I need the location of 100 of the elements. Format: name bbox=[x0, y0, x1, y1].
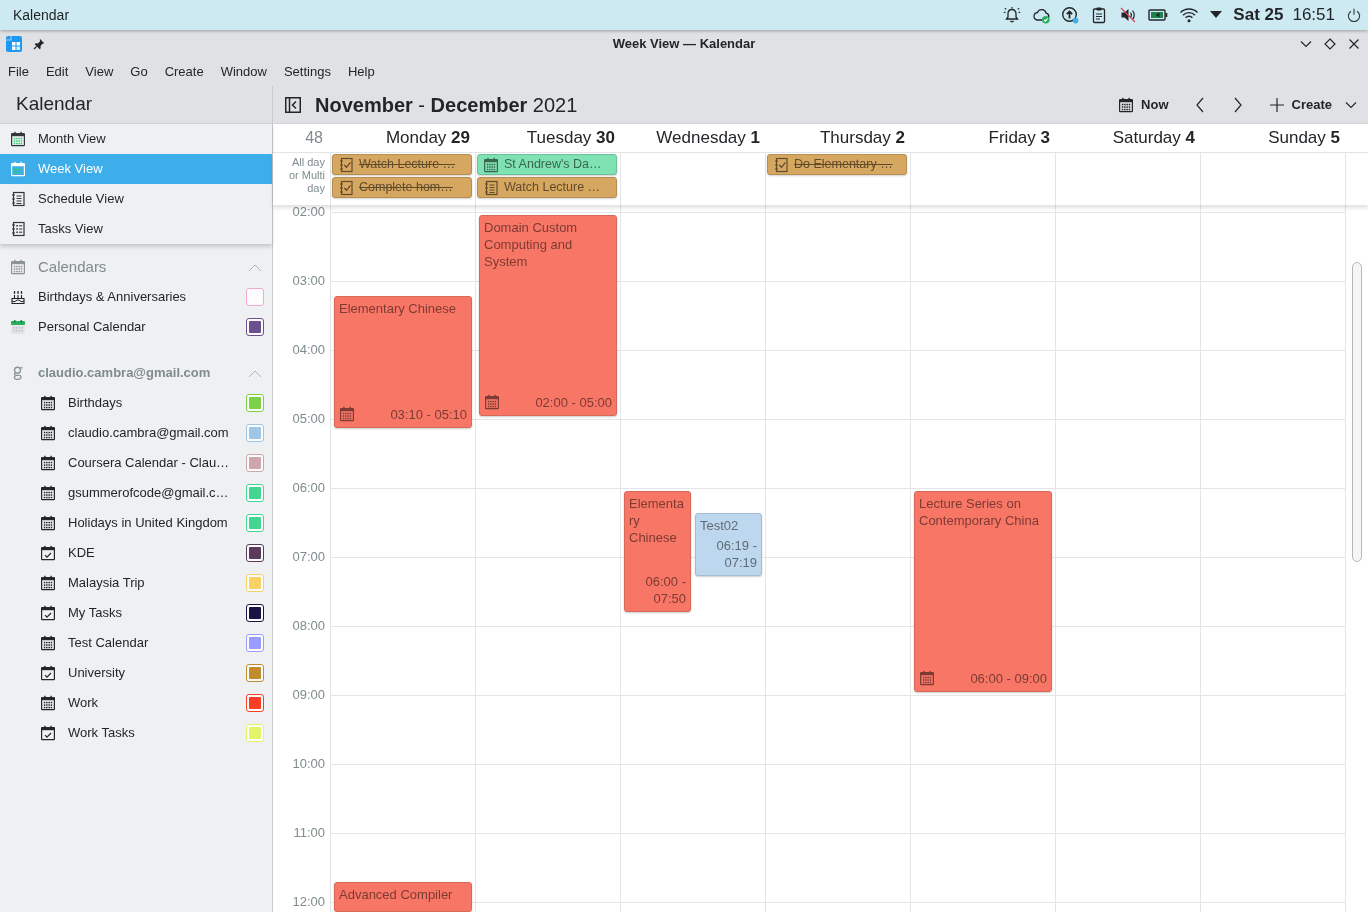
calendar-icon bbox=[40, 395, 56, 411]
upload-icon[interactable] bbox=[1061, 6, 1080, 24]
time-label: 05:00 bbox=[292, 411, 325, 427]
calendar-icon bbox=[339, 405, 355, 422]
color-checkbox[interactable] bbox=[246, 484, 264, 502]
calendar-icon bbox=[40, 695, 56, 711]
color-checkbox[interactable] bbox=[246, 318, 264, 336]
menu-item[interactable]: Go bbox=[123, 60, 155, 84]
color-checkbox[interactable] bbox=[246, 604, 264, 622]
plus-icon bbox=[1268, 96, 1285, 113]
calendar-item[interactable]: gsummerofcode@gmail.c… bbox=[68, 483, 229, 503]
view-item[interactable]: Month View bbox=[0, 124, 272, 154]
now-button[interactable]: Now bbox=[1113, 89, 1174, 120]
close-icon[interactable] bbox=[1348, 38, 1360, 50]
calendar-icon bbox=[40, 425, 56, 441]
sidebar-toggle-icon[interactable] bbox=[285, 96, 301, 113]
all-day-event[interactable]: St Andrew's Da… bbox=[477, 154, 617, 175]
time-label: 03:00 bbox=[292, 273, 325, 289]
task-icon bbox=[338, 179, 354, 196]
calendar-week-icon bbox=[10, 161, 26, 177]
menu-item[interactable]: Settings bbox=[276, 60, 338, 84]
time-label: 02:00 bbox=[292, 205, 325, 220]
time-label: 06:00 bbox=[292, 480, 325, 496]
calendar-icon bbox=[484, 394, 500, 410]
color-checkbox[interactable] bbox=[246, 694, 264, 712]
calendar-check-icon bbox=[40, 605, 56, 621]
calendar-check-icon bbox=[40, 545, 56, 561]
date-range-title: November - December 2021 bbox=[315, 92, 578, 118]
color-checkbox[interactable] bbox=[246, 288, 264, 306]
menu-item[interactable]: Help bbox=[340, 60, 382, 84]
calendar-icon bbox=[1118, 96, 1135, 113]
calendar-item[interactable]: My Tasks bbox=[68, 603, 122, 623]
day-header: Sunday 5 bbox=[1268, 127, 1340, 150]
cloud-check-icon[interactable] bbox=[1032, 6, 1051, 24]
time-label: 10:00 bbox=[292, 756, 325, 772]
menu-item[interactable]: File bbox=[1, 60, 36, 84]
calendar-item[interactable]: Birthdays & Anniversaries bbox=[38, 287, 187, 307]
power-icon[interactable] bbox=[1347, 8, 1361, 22]
event-time: 02:00 - 05:00 bbox=[534, 394, 612, 411]
battery-icon[interactable] bbox=[1148, 6, 1169, 24]
event-title: Advanced Compiler bbox=[339, 886, 454, 903]
time-label: 04:00 bbox=[292, 342, 325, 358]
calendar-item[interactable]: Birthdays bbox=[68, 393, 123, 413]
calendar-icon bbox=[40, 635, 56, 651]
all-day-event[interactable]: Do Elementary … bbox=[767, 154, 907, 175]
calendar-item[interactable]: Coursera Calendar - Clau… bbox=[68, 453, 230, 473]
calendar-item[interactable]: Test Calendar bbox=[68, 633, 149, 653]
clock-date[interactable]: Sat 25 bbox=[1233, 2, 1284, 28]
alarm-bell-icon[interactable] bbox=[1003, 6, 1022, 24]
event-title: Test02 bbox=[700, 516, 740, 534]
color-checkbox[interactable] bbox=[246, 394, 264, 412]
clock-time[interactable]: 16:51 bbox=[1292, 2, 1335, 28]
calendar-item[interactable]: KDE bbox=[68, 543, 95, 563]
calendar-icon bbox=[10, 259, 26, 275]
view-item[interactable]: Schedule View bbox=[0, 184, 272, 214]
pin-icon[interactable] bbox=[33, 38, 45, 50]
time-label: 09:00 bbox=[292, 687, 325, 703]
menu-item[interactable]: View bbox=[78, 60, 121, 84]
minimize-icon[interactable] bbox=[1300, 38, 1312, 50]
scrollbar-thumb[interactable] bbox=[1352, 262, 1362, 562]
all-day-event[interactable]: Watch Lecture … bbox=[477, 177, 617, 198]
wifi-icon[interactable] bbox=[1179, 6, 1200, 24]
muted-speaker-icon[interactable] bbox=[1119, 6, 1138, 24]
color-checkbox[interactable] bbox=[246, 514, 264, 532]
caret-icon bbox=[1345, 100, 1357, 109]
menu-item[interactable]: Edit bbox=[38, 60, 76, 84]
calendar-icon bbox=[40, 575, 56, 591]
day-header: Monday 29 bbox=[385, 127, 470, 150]
calendar-item[interactable]: Personal Calendar bbox=[38, 317, 146, 337]
time-label: 11:00 bbox=[293, 825, 325, 841]
color-checkbox[interactable] bbox=[246, 454, 264, 472]
caret-icon[interactable] bbox=[1210, 11, 1223, 19]
event-time: 06:00 - 07:50 bbox=[644, 572, 686, 607]
event-title: Elementary Chinese bbox=[629, 495, 685, 546]
calendar-item[interactable]: Holidays in United Kingdom bbox=[68, 513, 228, 533]
all-day-event[interactable]: Watch Lecture … bbox=[332, 154, 472, 175]
calendar-item[interactable]: Malaysia Trip bbox=[68, 573, 145, 593]
chevron-left-icon bbox=[1194, 95, 1205, 114]
calendar-item[interactable]: Work bbox=[68, 693, 99, 713]
time-label: 08:00 bbox=[292, 618, 325, 634]
time-label: 07:00 bbox=[292, 549, 325, 565]
maximize-icon[interactable] bbox=[1324, 38, 1336, 50]
view-item[interactable]: Tasks View bbox=[0, 214, 272, 244]
day-header: Friday 3 bbox=[988, 127, 1050, 150]
calendar-item[interactable]: University bbox=[68, 663, 126, 683]
calendar-icon bbox=[40, 485, 56, 501]
window-title: Week View — Kalendar bbox=[612, 35, 756, 54]
menu-item[interactable]: Create bbox=[157, 60, 211, 84]
calendar-icon bbox=[10, 319, 26, 335]
calendar-item[interactable]: Work Tasks bbox=[68, 723, 135, 743]
color-checkbox[interactable] bbox=[246, 634, 264, 652]
calendar-event[interactable]: Test02 06:19 - 07:19 bbox=[695, 512, 762, 576]
calendar-item[interactable]: claudio.cambra@gmail.com bbox=[68, 423, 229, 443]
color-checkbox[interactable] bbox=[246, 664, 264, 682]
create-button[interactable]: Create bbox=[1263, 89, 1362, 120]
active-window-name: Kalendar bbox=[13, 5, 70, 25]
menu-item[interactable]: Window bbox=[213, 60, 274, 84]
all-day-event[interactable]: Complete hom… bbox=[332, 177, 472, 198]
color-checkbox[interactable] bbox=[246, 544, 264, 562]
task-icon bbox=[338, 156, 354, 173]
